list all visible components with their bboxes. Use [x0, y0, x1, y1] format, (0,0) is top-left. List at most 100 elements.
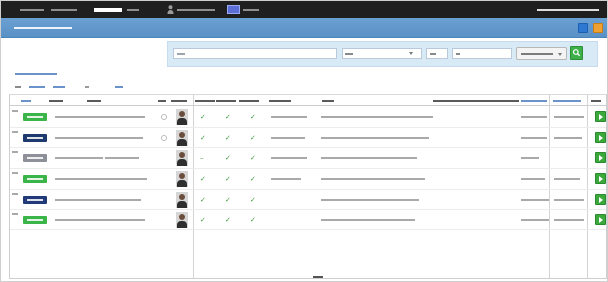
filter-select[interactable]	[342, 48, 422, 59]
cell-login	[105, 134, 143, 142]
chevron-down-icon	[409, 52, 413, 55]
check-icon: ✓	[225, 134, 231, 142]
nav-item[interactable]	[20, 6, 44, 14]
row-action-button[interactable]	[595, 111, 606, 122]
page: ✓ ✓ ✓ ✓ ✓ ✓ – ✓ ✓ ✓ ✓ ✓ ✓ ✓ ✓ ✓ ✓ ✓	[0, 0, 608, 282]
row-action-button[interactable]	[595, 194, 606, 205]
select-value	[345, 50, 353, 58]
check-icon: ✓	[250, 134, 256, 142]
avatar-head	[179, 132, 185, 138]
cell-email[interactable]	[321, 216, 415, 224]
user-menu[interactable]	[537, 6, 599, 14]
cell-login	[105, 113, 145, 121]
cell-name[interactable]	[55, 216, 107, 224]
page-title	[14, 24, 72, 32]
column-header[interactable]	[521, 97, 547, 105]
row-action-button[interactable]	[595, 173, 606, 184]
row-action-button[interactable]	[595, 152, 606, 163]
dash-icon: –	[200, 154, 204, 162]
check-icon: ✓	[225, 154, 231, 162]
cell-updated	[521, 216, 549, 224]
chevron-down-icon	[558, 53, 562, 56]
column-header[interactable]	[21, 97, 31, 105]
check-icon: ✓	[200, 113, 206, 121]
avatar-head	[179, 111, 185, 117]
column-header	[171, 97, 187, 105]
check-icon: ✓	[200, 134, 206, 142]
cell-login	[105, 196, 141, 204]
cell-id	[12, 128, 18, 136]
table-row: ✓ ✓ ✓	[10, 190, 606, 210]
cell-group	[271, 154, 307, 162]
cell-email[interactable]	[321, 196, 419, 204]
filter-toggle[interactable]	[15, 70, 57, 78]
check-icon: ✓	[200, 196, 206, 204]
small-field-value	[430, 50, 436, 58]
avatar	[176, 130, 188, 146]
check-icon: ✓	[250, 196, 256, 204]
pagination[interactable]	[313, 273, 323, 281]
cell-email[interactable]	[321, 134, 429, 142]
cell-group	[271, 134, 305, 142]
search-options-button[interactable]	[516, 47, 567, 60]
cell-email[interactable]	[321, 175, 425, 183]
check-icon: ✓	[200, 175, 206, 183]
avatar-head	[179, 173, 185, 179]
search-icon[interactable]	[570, 46, 583, 60]
column-header	[269, 97, 291, 105]
cell-name[interactable]	[55, 134, 105, 142]
cell-created	[554, 134, 582, 142]
nav-item[interactable]	[243, 6, 259, 14]
filter-label	[15, 83, 21, 91]
nav-item[interactable]	[127, 6, 139, 14]
status-badge	[23, 196, 47, 204]
avatar-head	[179, 152, 185, 158]
table-row: – ✓ ✓	[10, 148, 606, 169]
row-select-radio[interactable]	[161, 135, 167, 141]
nav-item-active[interactable]	[94, 6, 122, 14]
column-header	[158, 97, 166, 105]
title-bar	[1, 18, 607, 38]
search-input[interactable]	[173, 48, 337, 59]
check-icon: ✓	[250, 216, 256, 224]
filter-link[interactable]	[29, 83, 45, 91]
cell-name[interactable]	[55, 175, 111, 183]
filter-link[interactable]	[53, 83, 65, 91]
column-header[interactable]	[553, 97, 581, 105]
square-blue-icon[interactable]	[578, 23, 588, 33]
filter-separator	[85, 83, 89, 91]
cell-created	[554, 113, 584, 121]
cell-email[interactable]	[321, 154, 417, 162]
nav-item[interactable]	[51, 6, 77, 14]
table-row: ✓ ✓ ✓	[10, 169, 606, 190]
filter-link[interactable]	[115, 83, 123, 91]
check-icon: ✓	[250, 113, 256, 121]
table-row: ✓ ✓ ✓	[10, 128, 606, 148]
row-action-button[interactable]	[595, 132, 606, 143]
status-badge	[23, 175, 47, 183]
cell-login	[105, 216, 145, 224]
square-orange-icon[interactable]	[593, 23, 603, 33]
cell-created	[554, 216, 584, 224]
table-row: ✓ ✓ ✓	[10, 210, 606, 230]
avatar-head	[179, 214, 185, 220]
cell-created	[554, 175, 580, 183]
cell-name[interactable]	[55, 154, 103, 162]
nav-item[interactable]	[177, 6, 215, 14]
status-badge	[23, 216, 47, 224]
row-select-radio[interactable]	[161, 114, 167, 120]
small-field[interactable]	[426, 48, 448, 59]
table-row: ✓ ✓ ✓	[10, 107, 606, 128]
app-icon[interactable]	[227, 5, 240, 14]
column-header	[87, 97, 101, 105]
avatar-body	[177, 118, 187, 125]
column-header	[322, 97, 334, 105]
cell-email[interactable]	[321, 113, 433, 121]
column-header	[433, 97, 519, 105]
row-action-button[interactable]	[595, 214, 606, 225]
wide-field[interactable]	[452, 48, 512, 59]
status-badge	[23, 134, 47, 142]
column-header	[216, 97, 236, 105]
person-icon	[167, 5, 174, 14]
column-header	[591, 97, 601, 105]
